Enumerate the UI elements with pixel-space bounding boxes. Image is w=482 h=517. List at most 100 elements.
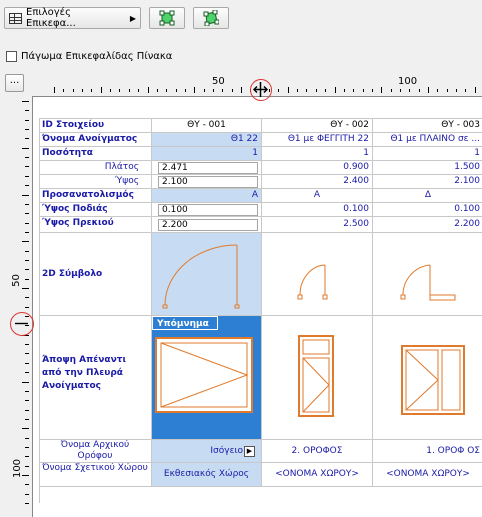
cell-qty-1[interactable]: 1 bbox=[152, 147, 262, 161]
cell-sill-1[interactable]: 0.100 bbox=[158, 204, 258, 216]
h-ruler-tick bbox=[446, 89, 448, 92]
row-label-name: Όνομα Ανοίγματος bbox=[39, 133, 152, 147]
door-swing-symbol-1 bbox=[162, 244, 240, 309]
h-ruler-tick bbox=[175, 89, 177, 92]
cell-width-3[interactable]: 1.500 bbox=[373, 161, 482, 175]
door-elevation-3 bbox=[401, 345, 465, 415]
cell-elevation-1[interactable]: Υπόμνημα bbox=[152, 316, 262, 440]
h-ruler-tick bbox=[119, 89, 121, 92]
cell-sill-2[interactable]: 0.100 bbox=[262, 203, 373, 217]
select-nodes-icon bbox=[203, 10, 219, 26]
h-ruler-tick bbox=[203, 89, 205, 92]
h-ruler-tick bbox=[278, 89, 280, 92]
cell-height-3[interactable]: 2.100 bbox=[373, 175, 482, 189]
freeze-header-checkbox[interactable]: Πάγωμα Επικεφαλίδας Πίνακα bbox=[6, 51, 172, 62]
v-ruler-tick bbox=[25, 418, 29, 420]
h-ruler-tick bbox=[222, 89, 224, 92]
v-ruler-tick bbox=[25, 110, 29, 112]
v-ruler-tick bbox=[25, 409, 29, 411]
v-ruler-tick bbox=[25, 213, 29, 215]
checkbox-box[interactable] bbox=[6, 51, 17, 62]
row-label-head: Ύψος Πρεκιού bbox=[39, 217, 152, 233]
cell-width-2[interactable]: 0.900 bbox=[262, 161, 373, 175]
cell-symbol-1[interactable] bbox=[152, 233, 262, 316]
column-resize-handle[interactable] bbox=[250, 79, 272, 101]
cell-orient-3[interactable]: Δ bbox=[373, 189, 482, 203]
h-ruler-label-100: 100 bbox=[398, 76, 418, 87]
cell-elevation-2[interactable] bbox=[262, 316, 373, 440]
row-label-2d-symbol: 2D Σύμβολο bbox=[39, 233, 152, 316]
options-dropdown-button[interactable]: Επιλογές Επικεφα... ▶ bbox=[4, 7, 141, 29]
h-ruler-tick bbox=[409, 89, 411, 92]
h-ruler-tick bbox=[184, 89, 186, 92]
options-label: Επιλογές Επικεφα... bbox=[26, 7, 76, 29]
v-ruler-tick bbox=[25, 175, 29, 177]
row-label-id: ID Στοιχείου bbox=[39, 119, 152, 133]
cell-id-3[interactable]: ΘΥ - 003 bbox=[373, 119, 482, 133]
h-ruler-tick bbox=[474, 87, 476, 93]
row-resize-handle[interactable] bbox=[10, 312, 34, 336]
v-ruler-tick bbox=[25, 203, 29, 205]
cell-id-2[interactable]: ΘΥ - 002 bbox=[262, 119, 373, 133]
cell-story-3[interactable]: 1. ΟΡΟΦ ΟΣ bbox=[373, 440, 482, 463]
cell-head-3[interactable]: 2.200 bbox=[373, 217, 482, 233]
v-ruler-tick bbox=[25, 400, 29, 402]
cell-height-2[interactable]: 2.400 bbox=[262, 175, 373, 189]
cell-orient-1[interactable]: Α bbox=[152, 189, 262, 203]
cell-zone-3[interactable]: <ΟΝΟΜΑ ΧΩΡΟΥ> bbox=[373, 463, 482, 487]
cell-id-1[interactable]: ΘΥ - 001 bbox=[152, 119, 262, 133]
row-label-zone: Όνομα Σχετικού Χώρου bbox=[39, 463, 152, 487]
more-options-button[interactable]: ... bbox=[5, 74, 24, 92]
h-ruler-tick bbox=[166, 89, 168, 92]
h-ruler-tick bbox=[147, 87, 149, 93]
cell-qty-2[interactable]: 1 bbox=[262, 147, 373, 161]
cell-name-2[interactable]: Θ1 με ΦΕΓΓΙΤΗ 22 bbox=[262, 133, 373, 147]
row-label-width: Πλάτος bbox=[39, 161, 152, 175]
h-ruler-tick bbox=[63, 89, 65, 92]
schedule-window: Επιλογές Επικεφα... ▶ Πάγωμα Επικεφαλίδα… bbox=[0, 0, 482, 517]
cell-head-1[interactable]: 2.200 bbox=[158, 219, 258, 231]
h-ruler-tick bbox=[297, 89, 299, 92]
h-ruler-tick bbox=[82, 89, 84, 92]
v-ruler-tick bbox=[25, 484, 29, 486]
v-ruler-label-50: 50 bbox=[10, 274, 22, 287]
h-ruler-tick bbox=[456, 89, 458, 92]
v-ruler-tick bbox=[25, 231, 29, 233]
cell-head-2[interactable]: 2.500 bbox=[262, 217, 373, 233]
cell-sill-3[interactable]: 0.100 bbox=[373, 203, 482, 217]
v-ruler-tick bbox=[25, 129, 29, 131]
cell-symbol-3[interactable] bbox=[373, 233, 482, 316]
cell-orient-2[interactable]: Α bbox=[262, 189, 373, 203]
h-ruler-tick bbox=[306, 89, 308, 92]
v-ruler-tick bbox=[25, 250, 29, 252]
cell-zone-1[interactable]: Εκθεσιακός Χώρος bbox=[152, 463, 262, 487]
select-nodes-button[interactable] bbox=[193, 7, 229, 29]
row-label-elevation: Άποψη Απέναντι από την Πλευρά Ανοίγματος bbox=[39, 316, 152, 440]
cell-zone-2[interactable]: <ΟΝΟΜΑ ΧΩΡΟΥ> bbox=[262, 463, 373, 487]
v-ruler-tick bbox=[22, 381, 29, 383]
h-ruler-tick bbox=[138, 89, 140, 92]
h-ruler-tick bbox=[334, 87, 336, 93]
h-ruler-tick bbox=[362, 89, 364, 92]
toolbar: Επιλογές Επικεφα... ▶ bbox=[4, 7, 229, 29]
cell-story-2[interactable]: 2. ΟΡΟΦΟΣ bbox=[262, 440, 373, 463]
h-ruler-tick bbox=[315, 89, 317, 92]
cell-qty-3[interactable]: 1 bbox=[373, 147, 482, 161]
cell-name-1[interactable]: Θ1 22 bbox=[152, 133, 262, 147]
cell-symbol-2[interactable] bbox=[262, 233, 373, 316]
table-options-icon bbox=[9, 12, 22, 24]
h-ruler-tick bbox=[465, 89, 467, 92]
cell-height-1[interactable]: 2.100 bbox=[158, 176, 258, 188]
h-ruler-tick bbox=[241, 87, 242, 93]
v-ruler-tick bbox=[25, 456, 29, 458]
cell-width-1[interactable]: 2.471 bbox=[158, 162, 258, 174]
door-swing-symbol-2 bbox=[297, 264, 328, 300]
cell-name-3[interactable]: Θ1 με ΠΛΑΙΝΟ σε ... bbox=[373, 133, 482, 147]
cell-elevation-3[interactable] bbox=[373, 316, 482, 440]
story-picker-arrow-icon[interactable]: ▶ bbox=[244, 446, 255, 457]
h-ruler-tick bbox=[437, 89, 439, 92]
row-label-sill: Ύψος Ποδιάς bbox=[39, 203, 152, 217]
h-ruler-tick bbox=[231, 89, 233, 92]
select-all-button[interactable] bbox=[149, 7, 185, 29]
row-label-home-story: Όνομα Αρχικού Ορόφου bbox=[39, 440, 152, 463]
